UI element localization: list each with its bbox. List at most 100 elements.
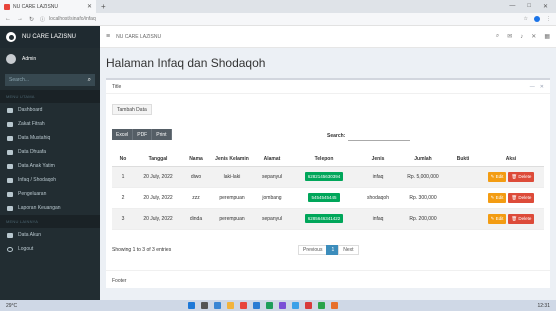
add-data-button[interactable]: Tambah Data — [112, 104, 152, 115]
app-icon[interactable] — [279, 302, 286, 309]
minimize-button[interactable]: — — [509, 3, 515, 10]
table-row: 2 20 July, 2022 zzz perempuan jombang 54… — [112, 187, 544, 209]
app-icon[interactable] — [331, 302, 338, 309]
close-tab-icon[interactable]: ✕ — [87, 3, 92, 10]
sidebar-item-data-dhuafa[interactable]: Data Dhuafa — [0, 145, 100, 159]
windows-start-icon[interactable] — [188, 302, 195, 309]
bookmark-star-icon[interactable]: ☆ — [524, 16, 528, 22]
close-icon[interactable]: ✕ — [531, 33, 536, 40]
sidebar-brand[interactable]: NU CARE LAZISNU — [0, 26, 100, 48]
excel-app-icon[interactable] — [266, 302, 273, 309]
column-header[interactable]: Bukti — [448, 152, 478, 167]
sidebar-search-input[interactable]: Search... ⌕ — [5, 74, 95, 86]
chrome-icon[interactable] — [240, 302, 247, 309]
back-icon[interactable]: ← — [5, 16, 11, 22]
sidebar-item-infaq-shodaqoh[interactable]: Infaq / Shodaqoh — [0, 173, 100, 187]
sidebar-item-logout[interactable]: Logout — [0, 242, 100, 256]
brand-name: NU CARE LAZISNU — [22, 34, 77, 40]
print-button[interactable]: Print — [152, 129, 172, 140]
sidebar-item-pengeluaran[interactable]: Pengeluaran — [0, 187, 100, 201]
edit-button[interactable]: ✎ Edit — [487, 192, 507, 203]
sidebar-item-label: Infaq / Shodaqoh — [18, 177, 57, 183]
task-view-icon[interactable] — [214, 302, 221, 309]
logout-icon — [7, 246, 13, 252]
table-search-input[interactable] — [348, 131, 411, 141]
new-tab-button[interactable]: + — [101, 2, 106, 11]
column-header[interactable]: Jenis — [358, 152, 398, 167]
excel-button[interactable]: Excel — [112, 129, 134, 140]
sidebar-item-label: Data Anak Yatim — [18, 163, 55, 169]
remove-icon[interactable]: ✕ — [540, 84, 544, 90]
app-icon[interactable] — [305, 302, 312, 309]
cell-no: 2 — [112, 187, 134, 209]
user-name: Admin — [22, 56, 37, 62]
column-header[interactable]: Alamat — [254, 152, 290, 167]
cell-aksi: ✎ Edit 🗑 Delete — [478, 187, 544, 209]
notifications-icon[interactable]: ♪ — [520, 34, 523, 40]
column-header[interactable]: No — [112, 152, 134, 167]
sidebar-item-laporan-keuangan[interactable]: Laporan Keuangan — [0, 201, 100, 215]
cell-alamat: sepanyul — [254, 166, 290, 188]
edge-icon[interactable] — [253, 302, 260, 309]
cell-telepon: 6285646341422 — [290, 208, 358, 230]
edit-label: Edit — [495, 215, 504, 221]
sidebar-item-data-akun[interactable]: Data Akun — [0, 228, 100, 242]
sidebar-item-zakat-fitrah[interactable]: Zakat Fitrah — [0, 117, 100, 131]
phone-button[interactable]: 6282145630394 — [304, 172, 344, 181]
delete-button[interactable]: 🗑 Delete — [508, 213, 535, 224]
clock[interactable]: 12:31 — [537, 303, 550, 309]
pagination: Previous 1 Next — [298, 245, 359, 255]
edit-button[interactable]: ✎ Edit — [487, 171, 507, 182]
taskbar-search-icon[interactable] — [201, 302, 208, 309]
weather-widget[interactable]: 29°C — [6, 303, 17, 309]
column-header[interactable]: Tanggal — [134, 152, 182, 167]
delete-button[interactable]: 🗑 Delete — [508, 192, 535, 203]
cell-jenis-kelamin: perempuan — [210, 208, 254, 230]
browser-tab[interactable]: NU CARE LAZISNU ✕ — [0, 0, 96, 13]
page-title: Halaman Infaq dan Shodaqoh — [106, 56, 266, 70]
menu-dots-icon[interactable]: ⋮ — [546, 16, 551, 22]
sidebar-item-label: Data Dhuafa — [18, 149, 47, 155]
sidebar-item-dashboard[interactable]: Dashboard — [0, 103, 100, 117]
edit-button[interactable]: ✎ Edit — [487, 213, 507, 224]
next-page-button[interactable]: Next — [338, 245, 359, 255]
sidebar-item-label: Pengeluaran — [18, 191, 47, 197]
messages-icon[interactable]: ✉ — [507, 33, 512, 40]
column-header[interactable]: Aksi — [478, 152, 544, 167]
delete-button[interactable]: 🗑 Delete — [508, 171, 535, 182]
box-header: Title — ✕ — [106, 80, 550, 94]
column-header[interactable]: Jenis Kelamin — [210, 152, 254, 167]
previous-page-button[interactable]: Previous — [298, 245, 328, 255]
grid-icon[interactable]: ▦ — [544, 33, 550, 40]
reload-icon[interactable]: ↻ — [29, 16, 34, 23]
app-icon[interactable] — [292, 302, 299, 309]
column-header[interactable]: Telepon — [290, 152, 358, 167]
cell-tanggal: 20 July, 2022 — [134, 166, 182, 188]
info-icon[interactable]: ⓘ — [40, 16, 45, 23]
url-field[interactable]: localhost/sinafo/infaq — [49, 16, 96, 22]
table-icon — [7, 135, 13, 141]
window-controls: — □ ✕ — [509, 3, 556, 10]
sidebar-item-data-anak-yatim[interactable]: Data Anak Yatim — [0, 159, 100, 173]
section-header-other: MENU LAINNYA — [0, 215, 100, 228]
collapse-icon[interactable]: — — [530, 84, 535, 90]
sidebar-item-data-mustahiq[interactable]: Data Mustahiq — [0, 131, 100, 145]
forward-icon[interactable]: → — [17, 16, 23, 22]
profile-icon[interactable] — [534, 16, 540, 22]
search-icon[interactable]: ⌕ — [88, 77, 91, 84]
search-icon[interactable]: ⌕ — [496, 33, 499, 40]
cell-no: 3 — [112, 208, 134, 230]
phone-button[interactable]: 6285646341422 — [304, 214, 344, 223]
hamburger-menu-icon[interactable]: ≡ — [106, 33, 110, 40]
column-header[interactable]: Nama — [182, 152, 210, 167]
table-icon — [7, 191, 13, 197]
maximize-button[interactable]: □ — [527, 3, 531, 10]
app-icon[interactable] — [318, 302, 325, 309]
cell-jumlah: Rp. 5,000,000 — [398, 166, 448, 188]
file-explorer-icon[interactable] — [227, 302, 234, 309]
column-header[interactable]: Jumlah — [398, 152, 448, 167]
phone-button[interactable]: 5454545445 — [308, 193, 340, 202]
pdf-button[interactable]: PDF — [133, 129, 153, 140]
table-icon — [7, 163, 13, 169]
close-window-button[interactable]: ✕ — [543, 3, 548, 10]
